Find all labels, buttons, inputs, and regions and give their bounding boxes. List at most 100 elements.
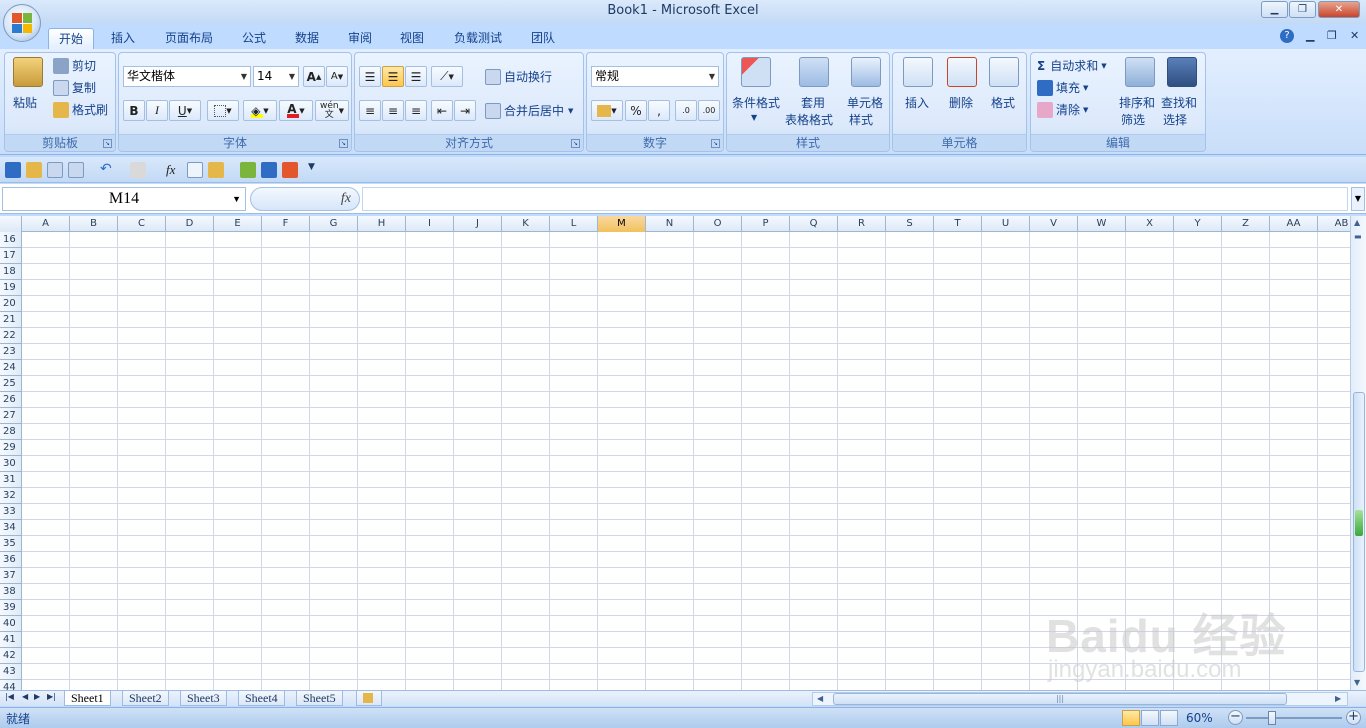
next-sheet-icon[interactable]: ▶ [34,692,40,701]
format-painter-button[interactable]: 格式刷 [53,101,108,118]
percent-button[interactable]: % [625,100,647,121]
insert-cells-button[interactable]: 插入 [905,94,929,111]
row-header[interactable]: 33 [0,504,22,520]
restore-button[interactable]: ❐ [1289,1,1316,18]
save-icon[interactable] [5,162,21,178]
row-header[interactable]: 29 [0,440,22,456]
tab-data[interactable]: 数据 [285,28,329,49]
column-header[interactable]: AB [1318,216,1350,232]
tab-home[interactable]: 开始 [48,28,95,49]
help-icon[interactable]: ? [1280,29,1294,43]
horizontal-scroll-thumb[interactable]: ||| [833,693,1287,705]
column-header[interactable]: U [982,216,1030,232]
shrink-font-button[interactable]: A ▼ [326,66,348,87]
tab-insert[interactable]: 插入 [101,28,145,49]
column-header[interactable]: A [22,216,70,232]
clear-button[interactable]: 清除 ▼ [1037,101,1088,118]
align-middle-button[interactable]: ☰ [382,66,404,87]
row-header[interactable]: 44 [0,680,22,690]
column-header[interactable]: Q [790,216,838,232]
wrap-text-button[interactable]: 自动换行 [485,68,552,85]
column-header[interactable]: P [742,216,790,232]
column-header[interactable]: D [166,216,214,232]
zoom-slider-track[interactable] [1246,717,1342,719]
align-bottom-button[interactable]: ☰ [405,66,427,87]
orientation-button[interactable]: ⟋ ▼ [431,66,463,87]
tab-load-test[interactable]: 负载测试 [444,28,512,49]
cell-area[interactable] [22,232,1350,690]
cell-styles-label-1[interactable]: 单元格 [847,94,883,111]
redo-icon[interactable] [130,162,146,178]
scroll-up-icon[interactable]: ▲ [1354,218,1360,227]
row-header[interactable]: 31 [0,472,22,488]
alignment-launcher-icon[interactable]: ↘ [571,139,580,148]
zoom-out-icon[interactable]: − [1228,710,1243,725]
font-launcher-icon[interactable]: ↘ [339,139,348,148]
cut-button[interactable]: 剪切 [53,57,96,74]
table-grid-icon[interactable] [187,162,203,178]
fill-color-button[interactable]: ◈ ▼ [243,100,277,121]
column-header[interactable]: S [886,216,934,232]
font-color-button[interactable]: A ▼ [279,100,313,121]
column-header[interactable]: C [118,216,166,232]
page-setup-icon[interactable] [68,162,84,178]
row-header[interactable]: 41 [0,632,22,648]
align-center-button[interactable]: ≡ [382,100,404,121]
tab-review[interactable]: 审阅 [338,28,382,49]
row-header[interactable]: 38 [0,584,22,600]
find-select-button[interactable]: 选择 [1163,111,1187,128]
tab-page-layout[interactable]: 页面布局 [155,28,223,49]
select-all-button[interactable] [0,216,22,232]
tab-view[interactable]: 视图 [390,28,434,49]
ribbon-close-icon[interactable]: ✕ [1350,29,1359,42]
sheet-icon[interactable] [240,162,256,178]
office-button[interactable] [3,4,41,42]
page-layout-view-icon[interactable] [1141,710,1159,726]
insert-cells-icon[interactable] [903,57,933,87]
row-header[interactable]: 21 [0,312,22,328]
name-box[interactable]: M14 ▼ [2,187,246,211]
delete-sheet-icon[interactable] [282,162,298,178]
column-header[interactable]: AA [1270,216,1318,232]
paste-special-icon[interactable] [208,162,224,178]
horizontal-scrollbar[interactable]: ◀ ||| ▶ [812,692,1348,706]
number-launcher-icon[interactable]: ↘ [711,139,720,148]
zoom-level[interactable]: 60% [1186,711,1213,725]
row-header[interactable]: 35 [0,536,22,552]
row-header[interactable]: 42 [0,648,22,664]
autosum-button[interactable]: Σ 自动求和 ▼ [1037,57,1107,74]
phonetic-button[interactable]: wén 文 ▼ [315,100,349,121]
column-header[interactable]: E [214,216,262,232]
format-as-table-icon[interactable] [799,57,829,87]
zoom-in-icon[interactable]: + [1346,710,1361,725]
zoom-slider-thumb[interactable] [1268,711,1276,725]
increase-indent-button[interactable]: ⇥ [454,100,476,121]
prev-sheet-icon[interactable]: ◀ [22,692,28,701]
borders-button[interactable]: ▼ [207,100,239,121]
row-header[interactable]: 27 [0,408,22,424]
column-header[interactable]: H [358,216,406,232]
bold-button[interactable]: B [123,100,145,121]
delete-cells-icon[interactable] [947,57,977,87]
copy-button[interactable]: 复制 [53,79,96,96]
column-header[interactable]: B [70,216,118,232]
row-header[interactable]: 17 [0,248,22,264]
sort-filter-icon[interactable] [1125,57,1155,87]
conditional-formatting-icon[interactable] [741,57,771,87]
column-header[interactable]: L [550,216,598,232]
column-header[interactable]: T [934,216,982,232]
row-header[interactable]: 16 [0,232,22,248]
row-header[interactable]: 34 [0,520,22,536]
tab-team[interactable]: 团队 [521,28,565,49]
align-left-button[interactable]: ≡ [359,100,381,121]
row-header[interactable]: 43 [0,664,22,680]
decrease-decimal-button[interactable]: .00 [698,100,720,121]
clipboard-launcher-icon[interactable]: ↘ [103,139,112,148]
formula-input[interactable] [362,187,1348,211]
sort-filter-button[interactable]: 筛选 [1121,111,1145,128]
number-format-select[interactable]: 常规 ▼ [591,66,719,87]
row-header[interactable]: 39 [0,600,22,616]
row-header[interactable]: 19 [0,280,22,296]
row-header[interactable]: 23 [0,344,22,360]
split-box-icon[interactable]: ▬ [1354,232,1362,241]
